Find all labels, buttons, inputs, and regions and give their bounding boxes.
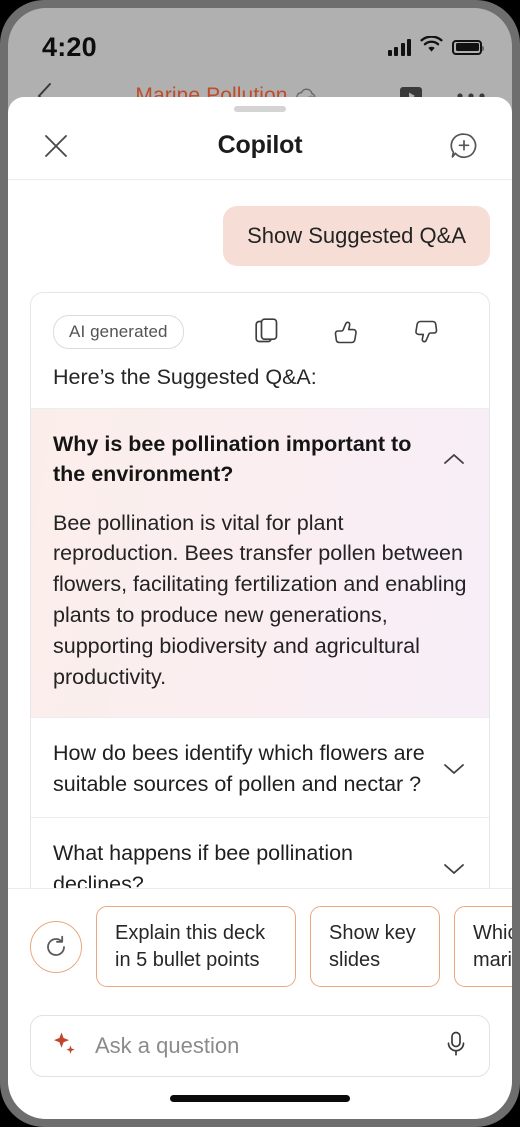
suggestion-chip[interactable]: Show key slides: [310, 906, 440, 987]
qa-question: How do bees identify which flowers are s…: [53, 741, 425, 796]
thumbs-down-icon[interactable]: [411, 317, 441, 347]
chat-scroll-area[interactable]: Show Suggested Q&A AI generated Here’s t…: [8, 180, 512, 889]
response-actions: [255, 317, 467, 347]
status-badge: AI generated: [53, 314, 184, 349]
composer-bar: [8, 1001, 512, 1077]
close-icon[interactable]: [36, 126, 76, 166]
thumbs-up-icon[interactable]: [331, 317, 361, 347]
page-title: Copilot: [217, 131, 303, 159]
qa-question: Why is bee pollination important to the …: [53, 431, 412, 487]
qa-question: What happens if bee pollination declines…: [53, 841, 354, 889]
composer-input-box[interactable]: [30, 1015, 490, 1077]
battery-full-icon: [452, 39, 484, 55]
user-message-row: Show Suggested Q&A: [30, 206, 490, 266]
suggestion-chip[interactable]: Explain this deck in 5 bullet points: [96, 906, 296, 987]
suggestion-chips-bar[interactable]: Explain this deck in 5 bullet points Sho…: [8, 888, 512, 1001]
chevron-up-icon[interactable]: [441, 452, 467, 466]
qa-item-collapsed[interactable]: What happens if bee pollination declines…: [31, 817, 489, 888]
cellular-signal-icon: [387, 38, 411, 56]
copy-icon[interactable]: [255, 317, 281, 346]
new-chat-bubble-plus-icon[interactable]: [444, 126, 484, 166]
qa-header[interactable]: How do bees identify which flowers are s…: [31, 718, 489, 817]
assistant-response-card: AI generated Here’s the Suggested Q&A: W…: [30, 291, 490, 889]
qa-header[interactable]: What happens if bee pollination declines…: [31, 818, 489, 888]
refresh-icon[interactable]: [30, 920, 82, 973]
user-message-bubble: Show Suggested Q&A: [223, 206, 490, 266]
qa-item-collapsed[interactable]: How do bees identify which flowers are s…: [31, 717, 489, 817]
qa-header[interactable]: Why is bee pollination important to the …: [31, 409, 489, 508]
microphone-icon[interactable]: [443, 1030, 469, 1063]
sheet-header: Copilot: [8, 112, 512, 180]
response-intro-text: Here’s the Suggested Q&A:: [53, 364, 317, 389]
qa-answer: Bee pollination is vital for plant repro…: [53, 510, 467, 690]
status-time: 4:20: [42, 31, 97, 62]
copilot-sparkle-icon: [51, 1030, 79, 1063]
wifi-icon: [420, 35, 443, 58]
phone-frame: 4:20 Marine Pollution Copilot Show Sugge…: [0, 0, 520, 1127]
copilot-sheet: Copilot Show Suggested Q&A AI generated: [8, 97, 512, 1119]
home-indicator: [8, 1077, 512, 1119]
response-card-toolbar: AI generated: [31, 293, 489, 363]
qa-item-expanded[interactable]: Why is bee pollination important to the …: [31, 407, 489, 718]
chevron-down-icon[interactable]: [441, 862, 467, 876]
chevron-down-icon[interactable]: [441, 762, 467, 776]
status-bar: 4:20: [8, 8, 512, 70]
suggestion-chip[interactable]: Which marine: [454, 906, 512, 987]
search-input[interactable]: [95, 1033, 427, 1059]
status-indicators: [387, 35, 484, 58]
